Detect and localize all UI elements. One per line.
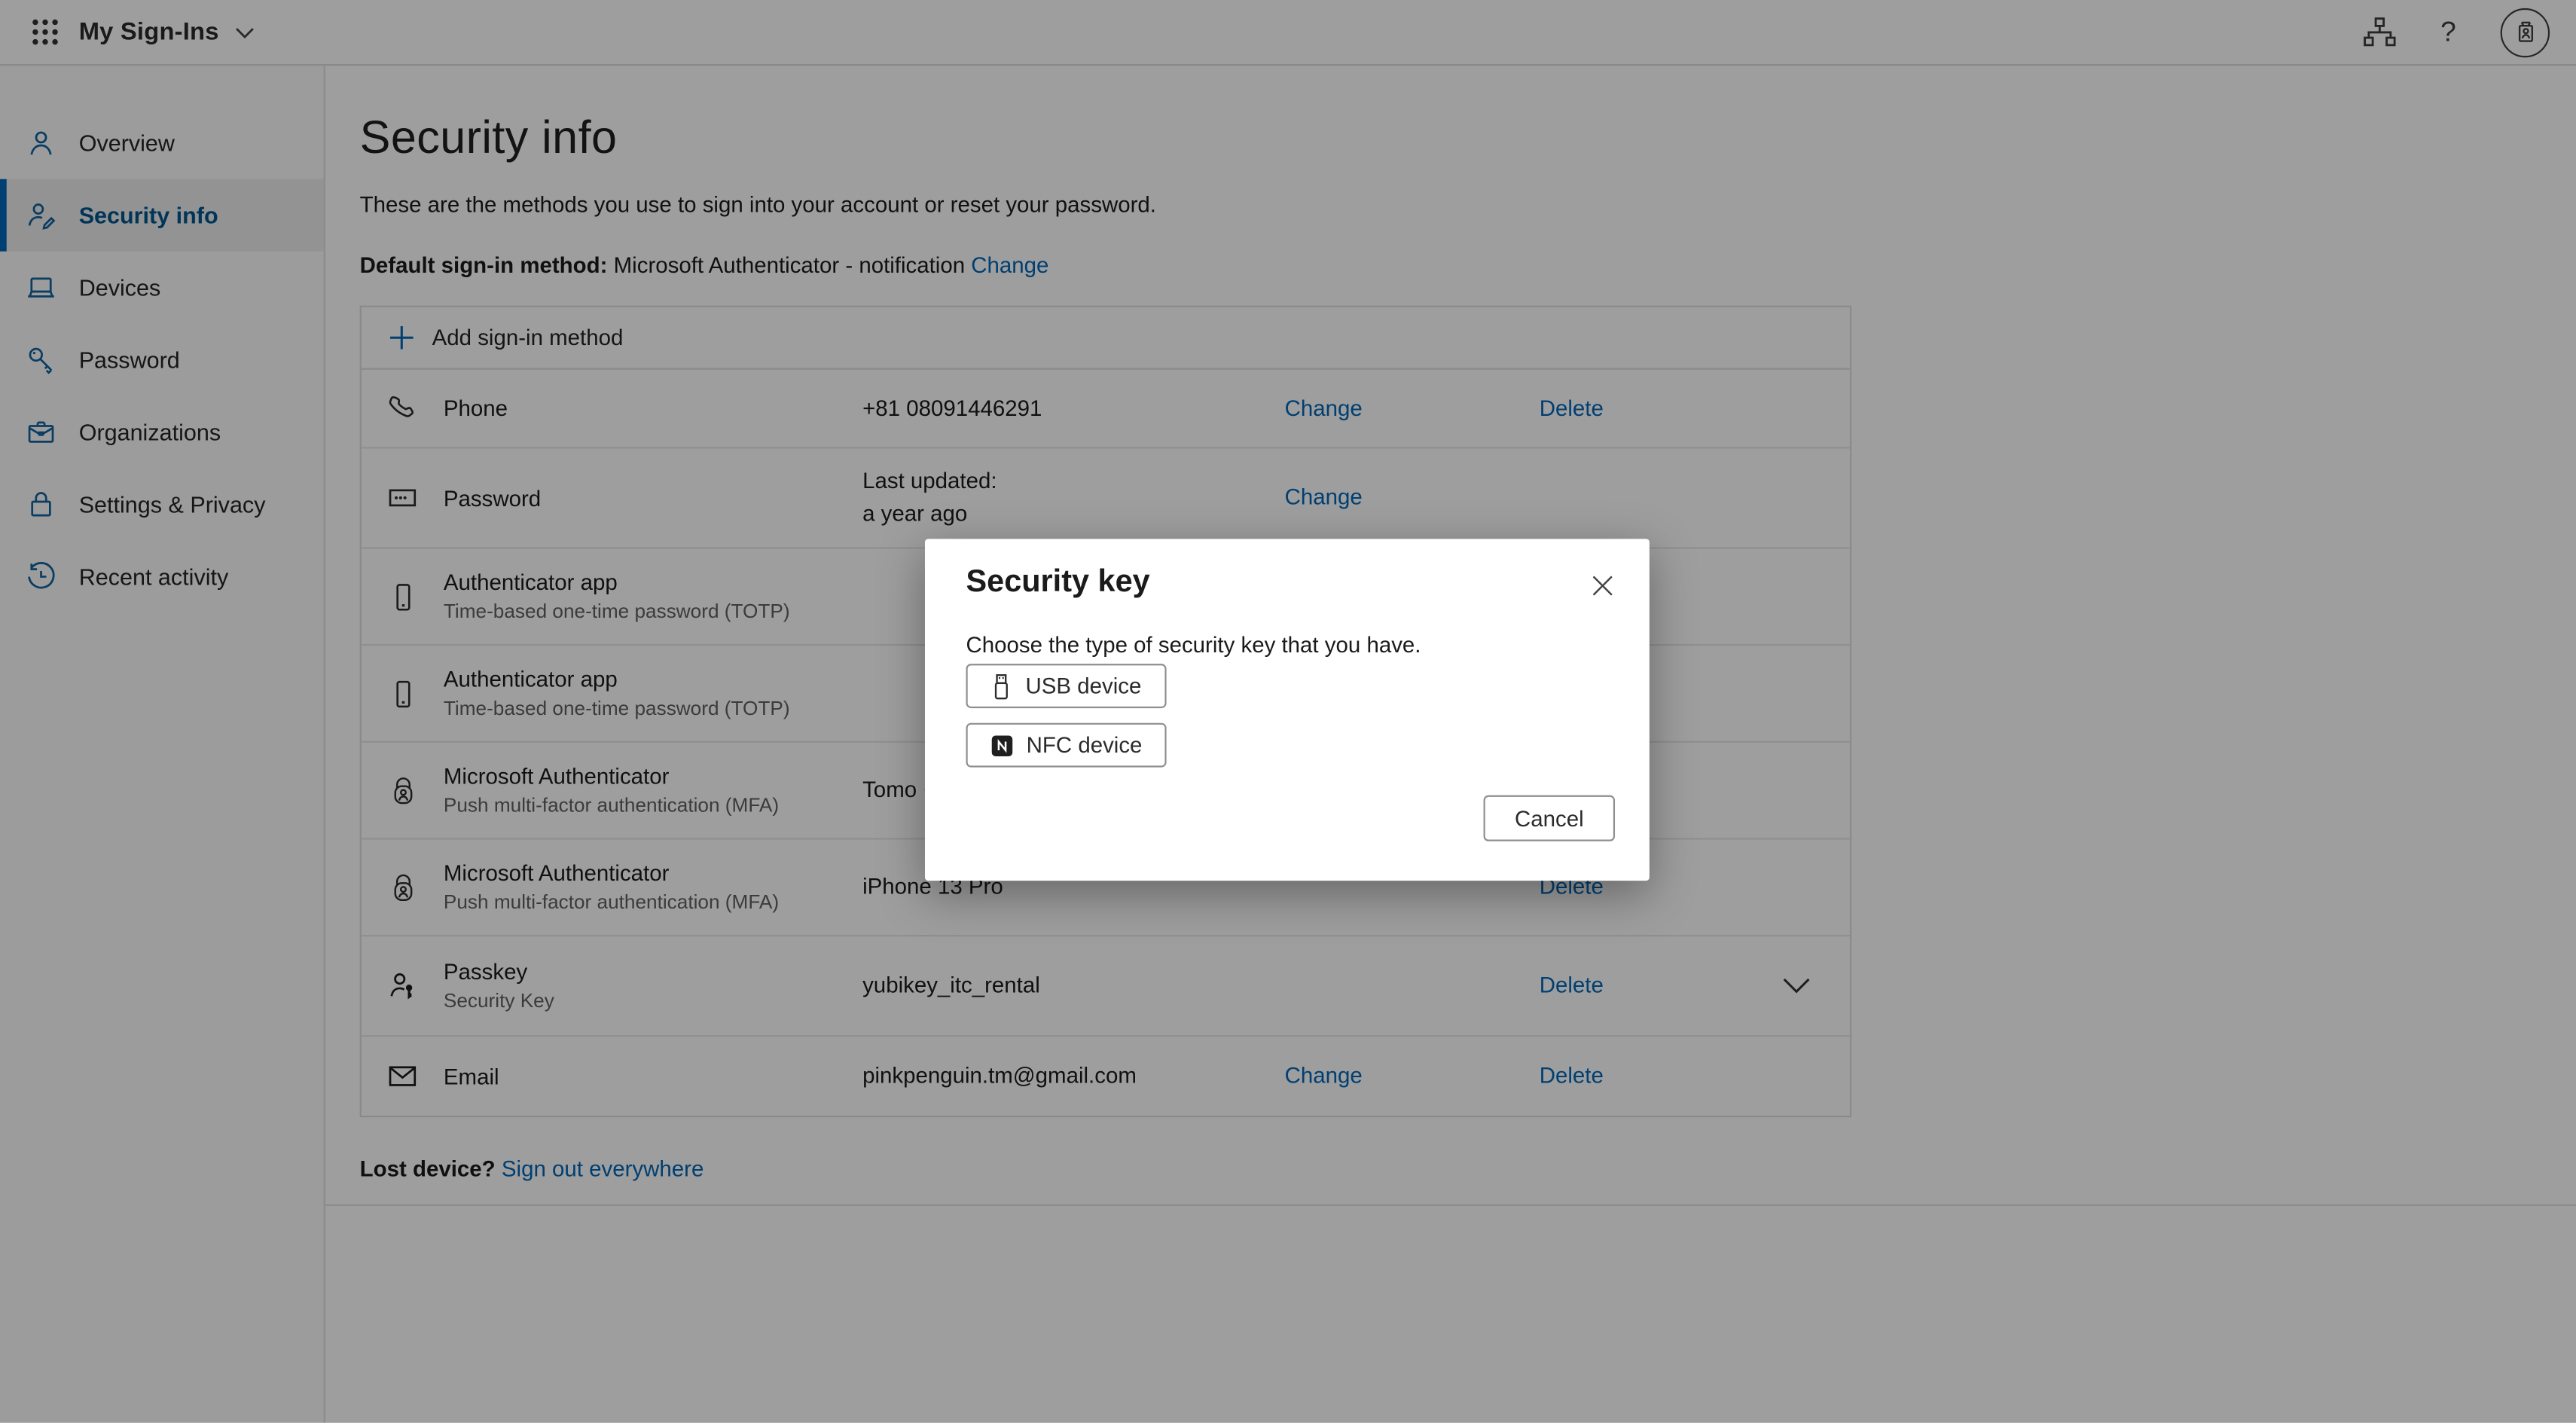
security-key-dialog: Security key Choose the type of security… — [925, 539, 1650, 881]
cancel-button[interactable]: Cancel — [1484, 795, 1615, 841]
nfc-icon — [990, 734, 1014, 757]
usb-stick-icon — [991, 673, 1012, 699]
dialog-title: Security key — [966, 565, 1608, 601]
usb-device-button[interactable]: USB device — [966, 664, 1166, 708]
nfc-device-button[interactable]: NFC device — [966, 723, 1166, 768]
nfc-button-label: NFC device — [1027, 733, 1143, 758]
usb-button-label: USB device — [1025, 673, 1141, 698]
close-icon[interactable] — [1589, 572, 1615, 598]
my-signins-app: My Sign-Ins ? — [0, 0, 2576, 1423]
dialog-description: Choose the type of security key that you… — [966, 633, 1608, 658]
